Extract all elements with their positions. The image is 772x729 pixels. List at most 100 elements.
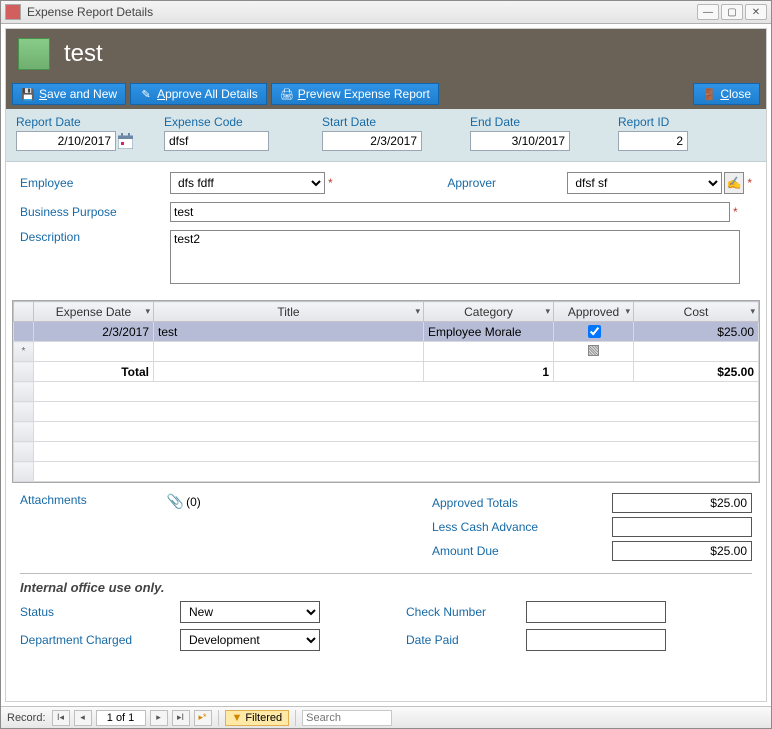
check-number-label: Check Number xyxy=(406,605,526,619)
toolbar: 💾 Save and New ✎ Approve All Details 🖨 P… xyxy=(6,79,766,109)
status-select[interactable]: New xyxy=(180,601,320,623)
attachments-control[interactable]: 📎 (0) xyxy=(167,493,201,510)
save-and-new-button[interactable]: 💾 Save and New xyxy=(12,83,126,105)
nav-new-button[interactable]: ▸* xyxy=(194,710,212,726)
employee-label: Employee xyxy=(20,176,170,190)
business-purpose-input[interactable] xyxy=(170,202,730,222)
chevron-down-icon[interactable]: ▾ xyxy=(625,306,630,317)
search-input[interactable] xyxy=(302,710,392,726)
close-label: Close xyxy=(720,87,751,101)
description-input[interactable]: test2 xyxy=(170,230,740,284)
app-icon xyxy=(5,4,21,20)
table-row xyxy=(14,442,759,462)
door-icon: 🚪 xyxy=(702,87,716,101)
required-mark: * xyxy=(747,176,752,190)
row-selector[interactable] xyxy=(14,322,34,342)
required-mark: * xyxy=(733,205,738,219)
status-label: Status xyxy=(20,605,180,619)
internal-fields: Status New Department Charged Developmen… xyxy=(6,601,766,669)
end-date-input[interactable] xyxy=(470,131,570,151)
cell-category[interactable]: Employee Morale xyxy=(424,322,554,342)
chevron-down-icon[interactable]: ▾ xyxy=(145,306,150,317)
save-icon: 💾 xyxy=(21,87,35,101)
filter-label: Filtered xyxy=(245,712,282,724)
form-title: test xyxy=(64,40,103,68)
checkbox-placeholder-icon xyxy=(588,345,599,356)
new-row-selector[interactable]: * xyxy=(14,342,34,362)
nav-last-button[interactable]: ▸I xyxy=(172,710,190,726)
col-cost[interactable]: Cost▾ xyxy=(634,302,759,322)
row-selector-header[interactable] xyxy=(14,302,34,322)
internal-heading: Internal office use only. xyxy=(6,580,766,601)
amount-due-value xyxy=(612,541,752,561)
approve-all-button[interactable]: ✎ Approve All Details xyxy=(130,83,267,105)
report-date-label: Report Date xyxy=(16,115,146,129)
cell-title[interactable]: test xyxy=(154,322,424,342)
report-id-input[interactable] xyxy=(618,131,688,151)
attachments-count: (0) xyxy=(186,495,201,509)
preview-label: Preview Expense Report xyxy=(298,87,430,101)
total-count: 1 xyxy=(424,362,554,382)
nav-first-button[interactable]: I◂ xyxy=(52,710,70,726)
maximize-button[interactable]: ▢ xyxy=(721,4,743,20)
table-row xyxy=(14,382,759,402)
expense-code-input[interactable] xyxy=(164,131,269,151)
cell-cost[interactable]: $25.00 xyxy=(634,322,759,342)
table-row[interactable]: 2/3/2017 test Employee Morale $25.00 xyxy=(14,322,759,342)
approver-label: Approver xyxy=(447,176,567,190)
col-category[interactable]: Category▾ xyxy=(424,302,554,322)
pencil-icon: ✎ xyxy=(139,87,153,101)
approved-checkbox[interactable] xyxy=(588,325,601,338)
dept-charged-select[interactable]: Development xyxy=(180,629,320,651)
attachments-label: Attachments xyxy=(20,493,87,507)
employee-select[interactable]: dfs fdff xyxy=(170,172,325,194)
close-form-button[interactable]: 🚪 Close xyxy=(693,83,760,105)
check-number-input[interactable] xyxy=(526,601,666,623)
nav-prev-button[interactable]: ◂ xyxy=(74,710,92,726)
required-mark: * xyxy=(328,176,333,190)
preview-icon: 🖨 xyxy=(280,87,294,101)
table-row xyxy=(14,462,759,482)
date-paid-input[interactable] xyxy=(526,629,666,651)
less-cash-advance-value[interactable] xyxy=(612,517,752,537)
col-approved[interactable]: Approved▾ xyxy=(554,302,634,322)
preview-button[interactable]: 🖨 Preview Expense Report xyxy=(271,83,439,105)
nav-next-button[interactable]: ▸ xyxy=(150,710,168,726)
close-window-button[interactable]: ✕ xyxy=(745,4,767,20)
chevron-down-icon[interactable]: ▾ xyxy=(545,306,550,317)
col-expense-date[interactable]: Expense Date▾ xyxy=(34,302,154,322)
save-and-new-label: Save and New xyxy=(39,87,117,101)
new-row[interactable]: * xyxy=(14,342,759,362)
report-id-label: Report ID xyxy=(618,115,708,129)
amount-due-label: Amount Due xyxy=(432,544,612,558)
end-date-label: End Date xyxy=(470,115,600,129)
signature-icon[interactable]: ✍ xyxy=(724,172,744,194)
chevron-down-icon[interactable]: ▾ xyxy=(750,306,755,317)
business-purpose-label: Business Purpose xyxy=(20,205,170,219)
calendar-icon[interactable] xyxy=(118,133,133,149)
cell-approved[interactable] xyxy=(554,322,634,342)
dept-charged-label: Department Charged xyxy=(20,633,180,647)
expense-code-label: Expense Code xyxy=(164,115,304,129)
report-date-input[interactable] xyxy=(16,131,116,151)
filter-indicator[interactable]: ▼ Filtered xyxy=(225,710,290,726)
col-title[interactable]: Title▾ xyxy=(154,302,424,322)
total-label: Total xyxy=(34,362,154,382)
record-label: Record: xyxy=(7,712,46,724)
content: test 💾 Save and New ✎ Approve All Detail… xyxy=(1,24,771,728)
chevron-down-icon[interactable]: ▾ xyxy=(415,306,420,317)
total-row: Total 1 $25.00 xyxy=(14,362,759,382)
totals-area: Attachments 📎 (0) Approved Totals Less C… xyxy=(6,485,766,565)
record-navigator: Record: I◂ ◂ ▸ ▸I ▸* ▼ Filtered xyxy=(1,706,771,728)
table-row xyxy=(14,402,759,422)
cell-expense-date[interactable]: 2/3/2017 xyxy=(34,322,154,342)
table-row xyxy=(14,422,759,442)
description-label: Description xyxy=(20,230,170,244)
less-cash-advance-label: Less Cash Advance xyxy=(432,520,612,534)
minimize-button[interactable]: ― xyxy=(697,4,719,20)
divider xyxy=(20,573,752,574)
record-position[interactable] xyxy=(96,710,146,726)
start-date-input[interactable] xyxy=(322,131,422,151)
approved-totals-label: Approved Totals xyxy=(432,496,612,510)
approver-select[interactable]: dfsf sf xyxy=(567,172,722,194)
